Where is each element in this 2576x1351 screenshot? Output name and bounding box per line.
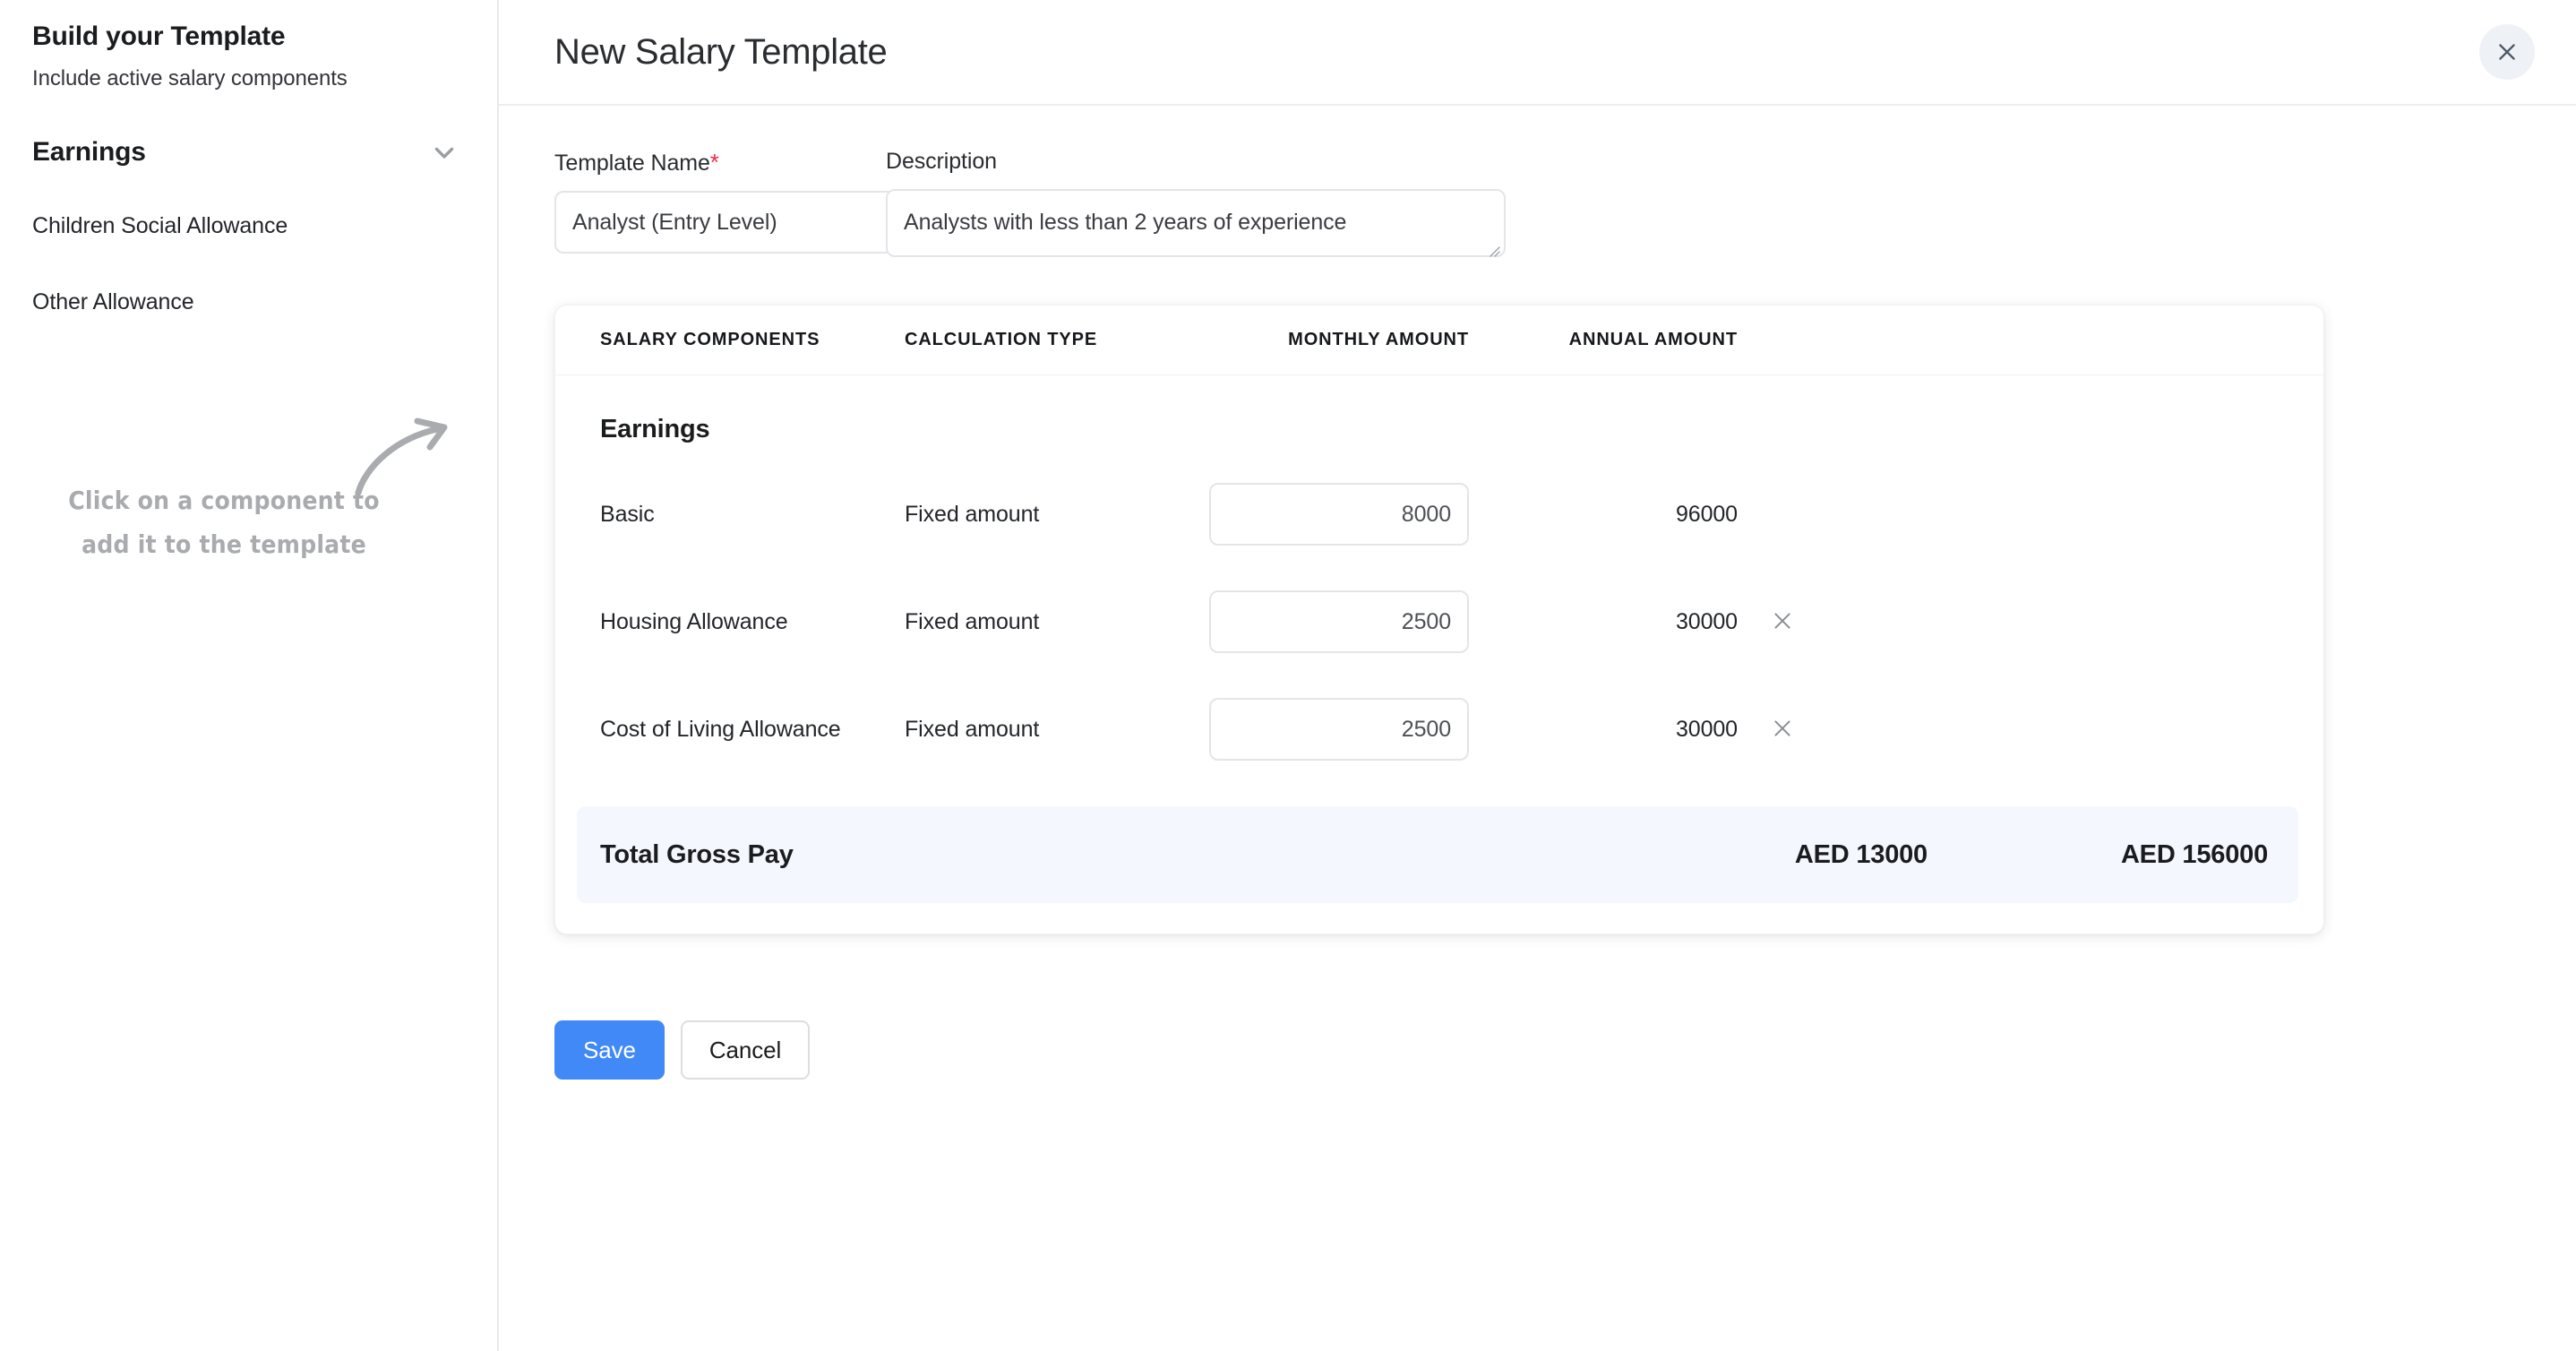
description-textarea-wrap (886, 189, 1506, 262)
main-panel: New Salary Template Template Name* Analy… (499, 0, 2576, 1351)
row-delete-button[interactable] (1763, 602, 1802, 641)
table-row: Cost of Living Allowance Fixed amount 30… (555, 695, 2323, 763)
row-monthly-amount-input[interactable] (1209, 483, 1469, 546)
component-sidebar: Build your Template Include active salar… (0, 0, 499, 1351)
sidebar-item-children-social-allowance[interactable]: Children Social Allowance (0, 204, 497, 249)
table-row: Basic Fixed amount 96000 (555, 480, 2323, 548)
row-actions-cell (1738, 602, 1809, 641)
description-textarea[interactable] (886, 189, 1506, 257)
column-header-salary-components: SALARY COMPONENTS (600, 330, 820, 349)
close-icon (2495, 40, 2519, 64)
table-section-earnings: Earnings (555, 375, 2323, 444)
row-annual-amount: 30000 (1675, 716, 1738, 742)
save-button[interactable]: Save (554, 1020, 665, 1080)
sidebar-item-label: Other Allowance (32, 289, 194, 314)
sidebar-subtitle: Include active salary components (32, 65, 348, 90)
page-header: New Salary Template (499, 0, 2576, 106)
table-header-row: SALARY COMPONENTS CALCULATION TYPE MONTH… (555, 305, 2323, 375)
row-component-name: Cost of Living Allowance (600, 716, 841, 742)
page-content: Template Name* Description (499, 106, 2576, 1080)
sidebar-header: Build your Template Include active salar… (0, 0, 497, 91)
chevron-down-icon[interactable] (429, 137, 459, 168)
close-icon (1771, 717, 1794, 743)
row-actions-cell (1738, 495, 1809, 534)
row-actions-cell (1738, 710, 1809, 749)
sidebar-group-earnings[interactable]: Earnings (0, 133, 497, 172)
close-button[interactable] (2479, 24, 2535, 80)
template-name-field-group: Template Name* (554, 149, 1009, 262)
column-header-annual-amount: ANNUAL AMOUNT (1568, 330, 1738, 349)
form-actions: Save Cancel (554, 1020, 2576, 1080)
sidebar-item-label: Children Social Allowance (32, 213, 288, 238)
row-delete-placeholder (1763, 495, 1802, 534)
template-name-label: Template Name* (554, 149, 832, 176)
column-header-calculation-type: CALCULATION TYPE (905, 330, 1098, 349)
close-icon (1771, 609, 1794, 635)
row-monthly-amount-cell (1191, 590, 1469, 653)
total-gross-pay-row: Total Gross Pay AED 13000 AED 156000 (577, 806, 2298, 903)
required-asterisk: * (709, 149, 719, 176)
salary-components-card: SALARY COMPONENTS CALCULATION TYPE MONTH… (554, 305, 2324, 934)
row-component-name: Basic (600, 501, 655, 527)
template-form: Template Name* Description (554, 106, 2576, 262)
cancel-button[interactable]: Cancel (680, 1020, 811, 1080)
column-header-monthly-amount: MONTHLY AMOUNT (1288, 330, 1469, 349)
sidebar-hint-line-2: add it to the template (82, 529, 366, 559)
template-name-label-text: Template Name (554, 151, 710, 176)
sidebar-group-label: Earnings (32, 136, 146, 167)
description-label: Description (886, 149, 997, 174)
row-component-name: Housing Allowance (600, 608, 788, 634)
total-gross-pay-annual: AED 156000 (2120, 839, 2268, 869)
total-gross-pay-monthly: AED 13000 (1794, 839, 1928, 869)
sidebar-hint-line-1: Click on a component to (68, 486, 380, 515)
table-section-title: Earnings (600, 415, 710, 443)
sidebar-component-list: Children Social Allowance Other Allowanc… (0, 204, 497, 325)
table-row: Housing Allowance Fixed amount 30000 (555, 588, 2323, 656)
row-calculation-type: Fixed amount (905, 501, 1040, 527)
row-delete-button[interactable] (1763, 710, 1802, 749)
row-annual-amount: 96000 (1675, 501, 1738, 527)
total-gross-pay-label: Total Gross Pay (600, 839, 794, 869)
sidebar-hint-text: Click on a component to add it to the te… (0, 478, 448, 566)
sidebar-item-other-allowance[interactable]: Other Allowance (0, 280, 497, 325)
page-title: New Salary Template (554, 31, 888, 72)
row-monthly-amount-input[interactable] (1209, 698, 1469, 761)
row-calculation-type: Fixed amount (905, 608, 1040, 634)
row-annual-amount: 30000 (1675, 608, 1738, 634)
row-monthly-amount-cell (1191, 698, 1469, 761)
row-monthly-amount-input[interactable] (1209, 590, 1469, 653)
sidebar-title: Build your Template (32, 22, 286, 51)
description-field-group: Description (886, 149, 1506, 262)
salary-template-builder: Build your Template Include active salar… (0, 0, 2576, 1351)
row-calculation-type: Fixed amount (905, 716, 1040, 742)
row-monthly-amount-cell (1191, 483, 1469, 546)
